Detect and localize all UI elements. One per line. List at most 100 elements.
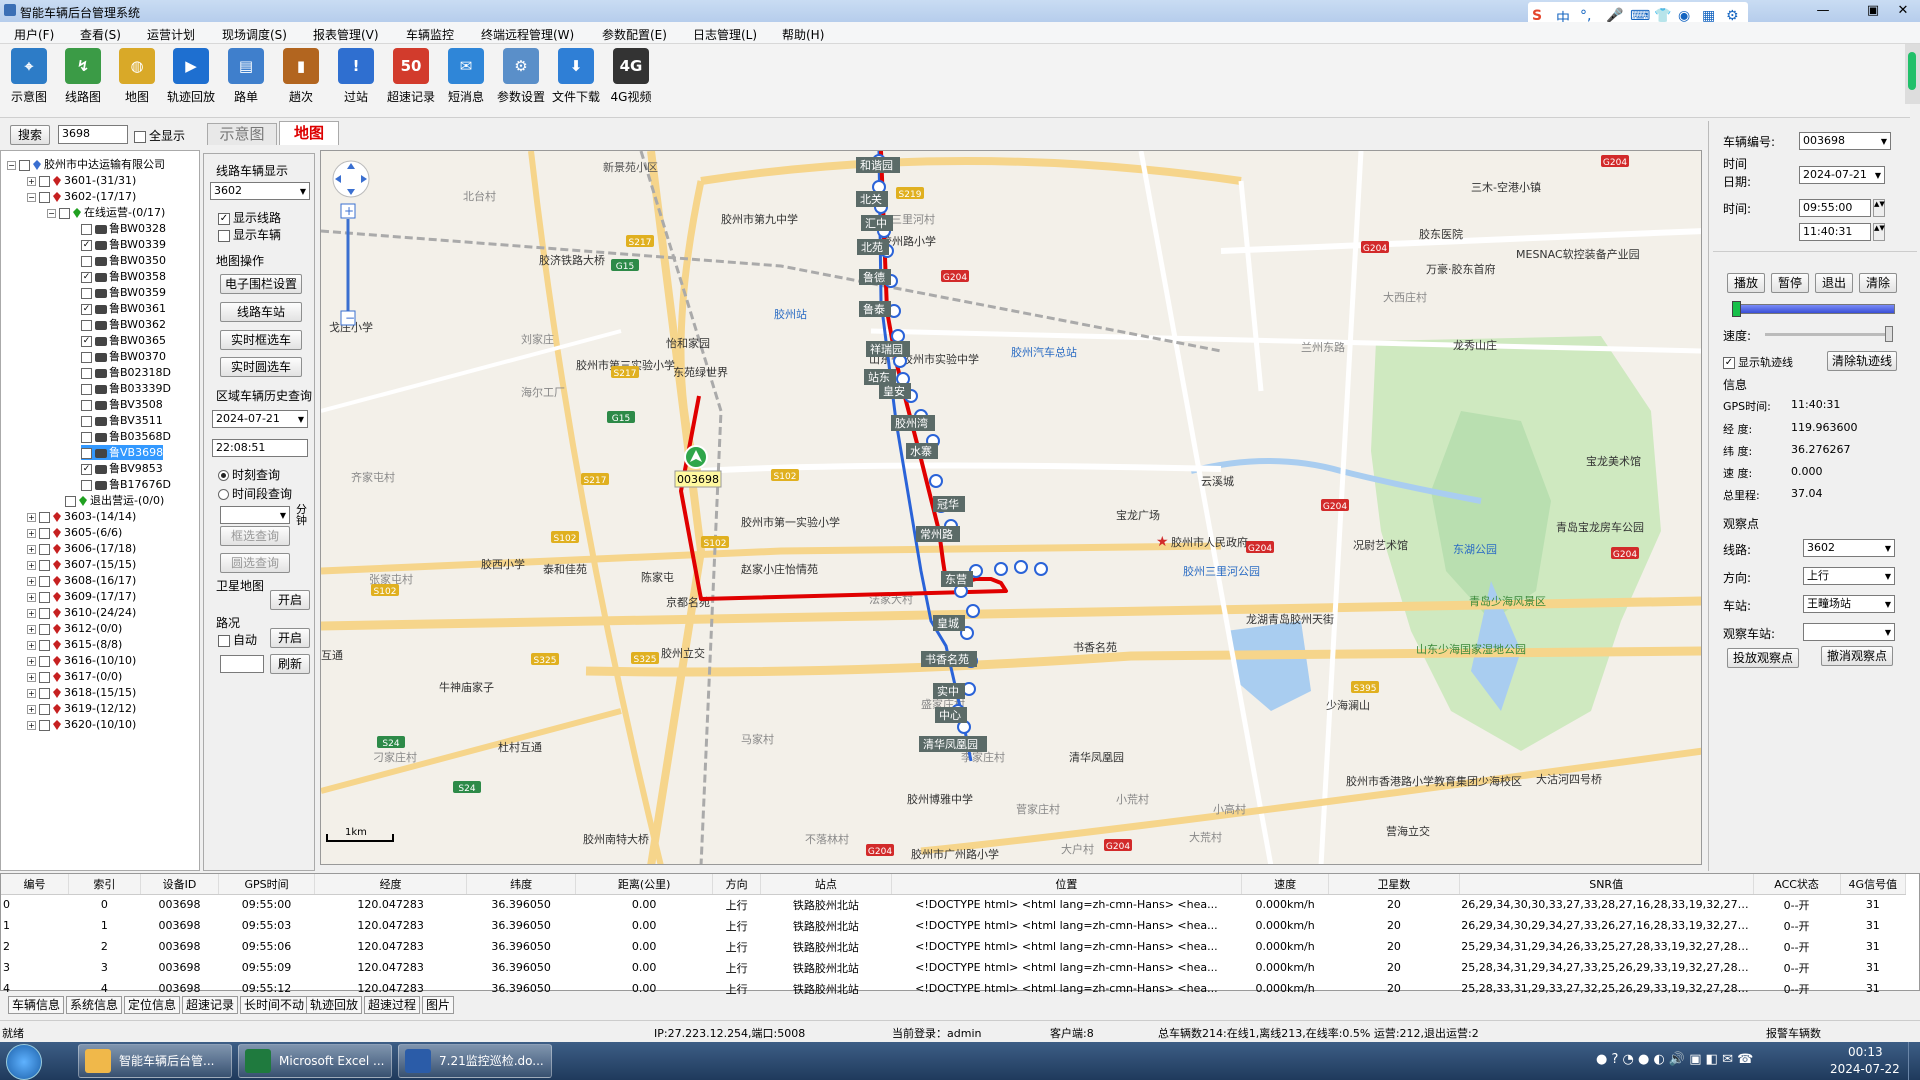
tree-group[interactable]: −3602-(17/17) [27, 189, 136, 204]
tree-group[interactable]: +3616-(10/10) [27, 653, 136, 668]
traffic-open-button[interactable]: 开启 [270, 628, 310, 648]
tree-group[interactable]: +3610-(24/24) [27, 605, 136, 620]
tree-group[interactable]: +3601-(31/31) [27, 173, 136, 188]
watch-line-select[interactable]: 3602 [1803, 539, 1895, 557]
tree-vehicle[interactable]: 鲁BW0350 [81, 253, 166, 268]
rect-select-button[interactable]: 实时框选车 [220, 330, 302, 350]
playback-progress[interactable] [1732, 301, 1895, 317]
tool-12[interactable]: 4G 4G视频 [604, 48, 658, 105]
direction-select[interactable]: 上行 [1803, 567, 1895, 585]
show-vehicle-checkbox[interactable]: 显示车辆 [218, 226, 281, 243]
menu-view[interactable]: 查看(S) [80, 26, 121, 43]
box-query-button[interactable]: 框选查询 [220, 526, 290, 546]
tree-group[interactable]: +3619-(12/12) [27, 701, 136, 716]
menu-log[interactable]: 日志管理(L) [693, 26, 757, 43]
speed-slider[interactable] [1765, 326, 1893, 342]
tool-8[interactable]: 50 超速记录 [384, 48, 438, 105]
menu-monitor[interactable]: 车辆监控 [406, 26, 454, 43]
tree-vehicle[interactable]: 鲁BW0370 [81, 349, 166, 364]
date-picker[interactable]: 2024-07-21 [1799, 166, 1885, 184]
period-radio[interactable]: 时间段查询 [218, 485, 292, 502]
tree-vehicle[interactable]: 鲁B03568D [81, 429, 171, 444]
history-time[interactable]: 22:08:51 [212, 439, 308, 457]
watch-station-select[interactable] [1803, 623, 1895, 641]
tool-7[interactable]: ! 过站 [329, 48, 383, 105]
map-view[interactable]: 新景苑小区 北台村 胶州市第九中学 胶济铁路大桥 胶州路小学 胶州站 怡和家园 东苑绿世界 胶州… [320, 150, 1702, 865]
bottom-tab[interactable]: 图片 [422, 996, 455, 1014]
bottom-tab[interactable]: 长时间不动 [240, 996, 309, 1014]
menu-dispatch[interactable]: 现场调度(S) [222, 26, 287, 43]
bottom-tab[interactable]: 超速过程 [364, 996, 421, 1014]
tree-vehicle[interactable]: ✓ 鲁BW0361 [81, 301, 166, 316]
history-date[interactable]: 2024-07-21 [212, 410, 308, 428]
tool-11[interactable]: ⬇ 文件下载 [549, 48, 603, 105]
tree-vehicle[interactable]: ✓ 鲁BW0339 [81, 237, 166, 252]
time-from-input[interactable]: 09:55:00 [1799, 199, 1871, 217]
tree-group[interactable]: +3609-(17/17) [27, 589, 136, 604]
tree-vehicle[interactable]: 鲁B03339D [81, 381, 171, 396]
tree-offline[interactable]: 退出营运-(0/0) [65, 493, 164, 508]
vehicle-no-select[interactable]: 003698 [1799, 132, 1891, 150]
menu-params[interactable]: 参数配置(E) [602, 26, 667, 43]
start-button[interactable] [6, 1044, 42, 1080]
task-excel[interactable]: Microsoft Excel ... [238, 1044, 392, 1078]
tree-group[interactable]: +3612-(0/0) [27, 621, 122, 636]
tree-group[interactable]: +3617-(0/0) [27, 669, 122, 684]
minimize-button[interactable]: — [1810, 2, 1836, 19]
tool-9[interactable]: ✉ 短消息 [439, 48, 493, 105]
line-select[interactable]: 3602 [210, 182, 310, 200]
tool-2[interactable]: ↯ 线路图 [56, 48, 110, 105]
tree-vehicle[interactable]: 鲁BW0328 [81, 221, 166, 236]
tree-group[interactable]: +3606-(17/18) [27, 541, 136, 556]
tree-group[interactable]: +3605-(6/6) [27, 525, 122, 540]
cancel-watch-button[interactable]: 撤消观察点 [1821, 646, 1893, 666]
tree-vehicle[interactable]: 鲁B02318D [81, 365, 171, 380]
bottom-tab[interactable]: 系统信息 [66, 996, 123, 1014]
task-app[interactable]: 智能车辆后台管... [78, 1044, 232, 1078]
play-button[interactable]: 播放 [1727, 273, 1765, 293]
show-line-checkbox[interactable]: ✓ 显示线路 [218, 209, 281, 226]
side-scrollbar[interactable] [1905, 44, 1920, 104]
tab-map[interactable]: 地图 [279, 121, 339, 145]
table-row[interactable]: 3 3 003698 09:55:09 120.047283 36.396050 0.00 上… [1, 957, 1906, 978]
tool-4[interactable]: ▶ 轨迹回放 [164, 48, 218, 105]
tree-vehicle[interactable]: 鲁BV3511 [81, 413, 163, 428]
menu-help[interactable]: 帮助(H) [782, 26, 824, 43]
tree-vehicle[interactable]: ✓ 鲁BW0358 [81, 269, 166, 284]
tree-group[interactable]: +3607-(15/15) [27, 557, 136, 572]
tool-3[interactable]: ◍ 地图 [110, 48, 164, 105]
time-to-spinner[interactable]: ▲▼ [1873, 223, 1885, 241]
station-select[interactable]: 王疃场站 [1803, 595, 1895, 613]
tab-schematic[interactable]: 示意图 [207, 123, 277, 145]
bottom-tab[interactable]: 定位信息 [124, 996, 181, 1014]
set-watch-button[interactable]: 投放观察点 [1727, 648, 1799, 668]
table-row[interactable]: 1 1 003698 09:55:03 120.047283 36.396050 0.00 上… [1, 915, 1906, 936]
map-canvas[interactable]: 新景苑小区北台村胶州市第九中学胶济铁路大桥胶州路小学胶州站怡和家园东苑绿世界胶州… [321, 151, 1702, 865]
bottom-tab[interactable]: 轨迹回放 [306, 996, 363, 1014]
time-from-spinner[interactable]: ▲▼ [1873, 199, 1885, 217]
tool-1[interactable]: ⌖ 示意图 [2, 48, 56, 105]
tree-group[interactable]: +3603-(14/14) [27, 509, 136, 524]
bottom-tab[interactable]: 超速记录 [182, 996, 239, 1014]
refresh-interval-input[interactable] [220, 655, 264, 673]
tool-10[interactable]: ⚙ 参数设置 [494, 48, 548, 105]
tray-icons[interactable]: ● ? ◔ ● ◐ 🔊 ▣ ◧ ✉ ☎ [1596, 1052, 1816, 1070]
menu-report[interactable]: 报表管理(V) [313, 26, 379, 43]
tree-group[interactable]: +3608-(16/17) [27, 573, 136, 588]
fence-button[interactable]: 电子围栏设置 [220, 274, 302, 294]
moment-radio[interactable]: 时刻查询 [218, 466, 280, 483]
auto-checkbox[interactable]: 自动 [218, 631, 257, 648]
tree-vehicle[interactable]: ✓ 鲁BW0365 [81, 333, 166, 348]
bottom-tab[interactable]: 车辆信息 [8, 996, 65, 1014]
search-input[interactable]: 3698 [58, 125, 128, 144]
tree-group[interactable]: +3620-(10/10) [27, 717, 136, 732]
tree-group[interactable]: +3615-(8/8) [27, 637, 122, 652]
tool-6[interactable]: ▮ 趟次 [274, 48, 328, 105]
show-all-checkbox[interactable]: 全显示 [134, 127, 185, 144]
tool-5[interactable]: ▤ 路单 [219, 48, 273, 105]
exit-button[interactable]: 退出 [1815, 273, 1853, 293]
pause-button[interactable]: 暂停 [1771, 273, 1809, 293]
menu-plan[interactable]: 运营计划 [147, 26, 195, 43]
tree-vehicle[interactable]: 鲁BW0362 [81, 317, 166, 332]
tree-vehicle[interactable]: 鲁B17676D [81, 477, 171, 492]
